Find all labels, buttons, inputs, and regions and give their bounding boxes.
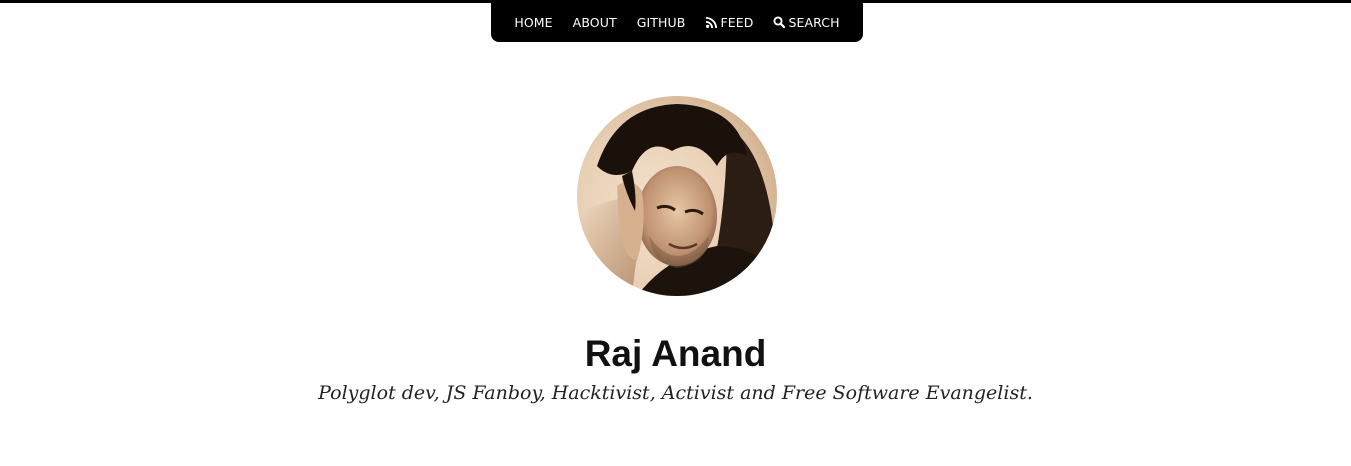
avatar [577,96,777,296]
nav-github-label: GITHUB [636,14,686,30]
main-nav: HOME ABOUT GITHUB FEED SEARCH [491,0,863,42]
site-tagline: Polyglot dev, JS Fanboy, Hacktivist, Act… [318,382,1033,404]
nav-search-link[interactable]: SEARCH [773,14,840,30]
nav-home-label: HOME [514,14,553,30]
nav-feed-link[interactable]: FEED [705,15,753,30]
nav-github-link[interactable]: GITHUB [637,15,686,30]
search-icon [773,16,786,28]
site-title: Raj Anand [584,333,767,374]
nav-about-label: ABOUT [572,14,617,30]
nav-about-link[interactable]: ABOUT [573,15,617,30]
nav-home-link[interactable]: HOME [514,15,552,30]
rss-icon [705,16,717,28]
nav-feed-label: FEED [720,14,754,30]
nav-search-label: SEARCH [788,14,840,30]
